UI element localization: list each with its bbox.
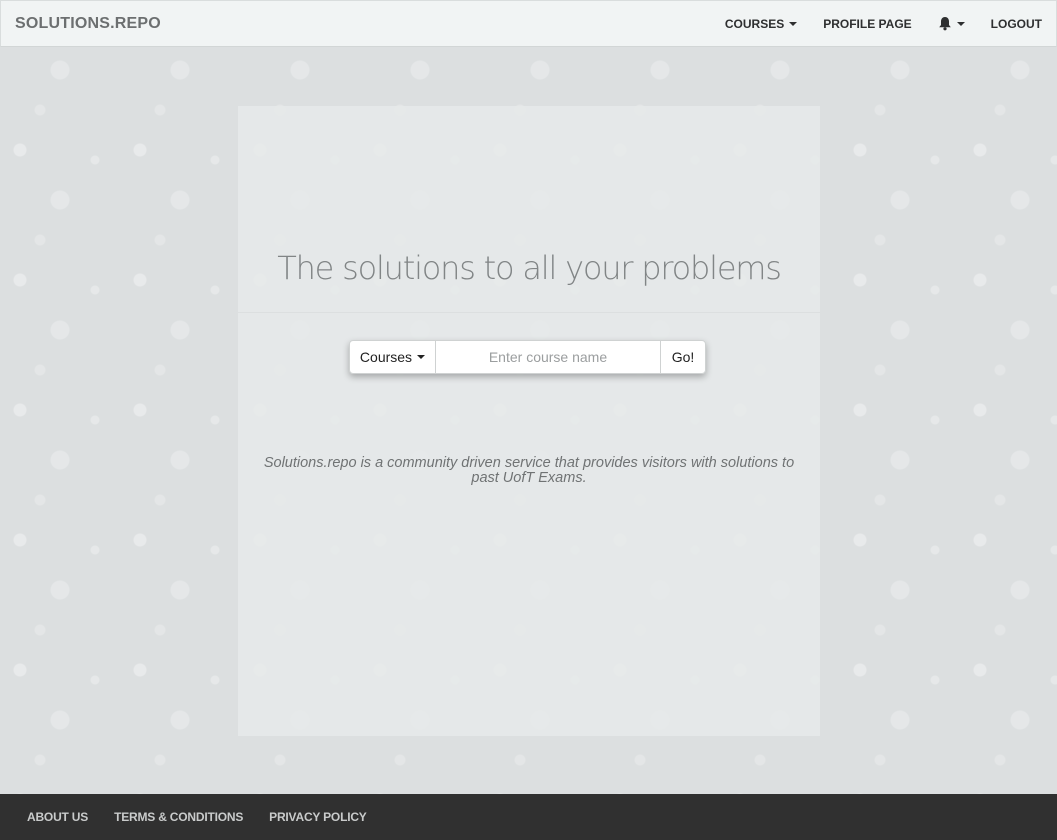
site-description: Solutions.repo is a community driven ser… — [263, 455, 795, 486]
chevron-down-icon — [956, 21, 965, 26]
footer: ABOUT US TERMS & CONDITIONS PRIVACY POLI… — [0, 794, 1057, 840]
course-search-group: Courses Go! — [349, 340, 706, 374]
brand-logo[interactable]: SOLUTIONS.REPO — [15, 15, 161, 33]
terms-link[interactable]: TERMS & CONDITIONS — [114, 810, 243, 824]
profile-page-link[interactable]: PROFILE PAGE — [823, 17, 911, 31]
about-us-link[interactable]: ABOUT US — [27, 810, 88, 824]
chevron-down-icon — [789, 21, 798, 26]
top-navbar: SOLUTIONS.REPO COURSES PROFILE PAGE LOGO… — [0, 0, 1057, 47]
logout-label: LOGOUT — [990, 16, 1042, 31]
divider — [238, 312, 820, 313]
bell-icon — [938, 16, 952, 31]
profile-page-label: PROFILE PAGE — [823, 16, 912, 31]
hero-panel: The solutions to all your problems Cours… — [238, 106, 820, 736]
logout-link[interactable]: LOGOUT — [991, 17, 1042, 31]
privacy-policy-link[interactable]: PRIVACY POLICY — [269, 810, 367, 824]
chevron-down-icon — [417, 355, 426, 359]
go-button[interactable]: Go! — [660, 340, 706, 374]
course-search-input[interactable] — [436, 340, 660, 374]
nav-menu: COURSES PROFILE PAGE LOGOUT — [699, 16, 1042, 31]
notifications-dropdown[interactable] — [938, 16, 965, 31]
courses-filter-label: Courses — [359, 349, 413, 365]
courses-label: COURSES — [724, 16, 785, 31]
courses-filter-dropdown[interactable]: Courses — [349, 340, 436, 374]
page-title: The solutions to all your problems — [277, 249, 782, 287]
courses-dropdown[interactable]: COURSES — [724, 16, 798, 31]
